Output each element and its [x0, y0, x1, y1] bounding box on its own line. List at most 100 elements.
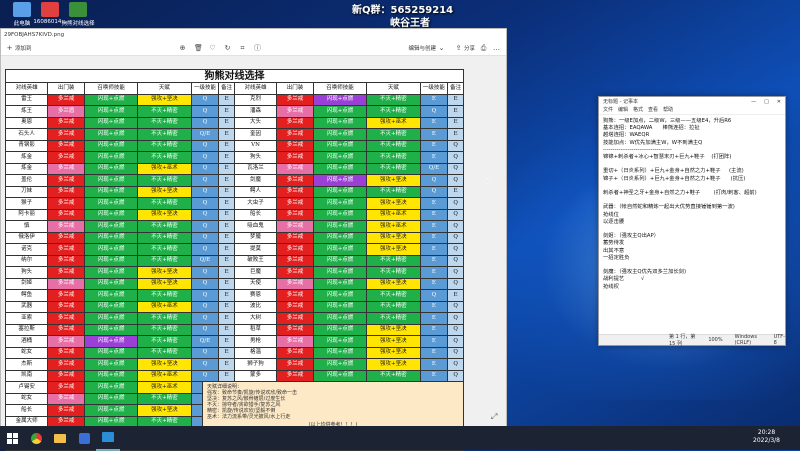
clock[interactable]: 20:28 2022/3/8: [753, 429, 780, 445]
table-row: 凯南 多兰戒 闪现+点燃 强攻+巫术 Q E 蒙多 多兰戒 闪现+点燃 不灭+精密 E Q: [4, 369, 464, 382]
table-cell: Q: [419, 105, 449, 118]
table-row: 俄洛伊 多兰戒 闪现+点燃 不灭+精密 Q E 梦魇 多兰戒 闪现+点燃 强攻+坚决 E Q: [4, 231, 464, 244]
table-cell: 不灭+精密: [137, 289, 192, 302]
table-cell: E: [447, 185, 464, 198]
stream-name-banner: 峡谷王者: [390, 18, 430, 29]
desktop-icon-image[interactable]: 狗熊对线选择: [58, 2, 98, 27]
table-cell: Q: [190, 358, 220, 371]
favorite-icon[interactable]: ♡: [209, 44, 216, 52]
table-cell: 多兰戒: [47, 231, 85, 244]
table-cell: 强攻+坚决: [137, 185, 192, 198]
minimize-icon[interactable]: —: [751, 99, 756, 105]
table-cell: 闪现+点燃: [312, 358, 368, 371]
table-cell: 梦魇: [233, 231, 278, 244]
taskbar-explorer[interactable]: [48, 426, 72, 450]
table-cell: 不灭+精密: [366, 300, 421, 313]
table-cell: 闪现+点燃: [83, 277, 139, 290]
table-cell: 多兰戒: [47, 208, 85, 221]
maximize-icon[interactable]: □: [764, 99, 769, 105]
table-cell: 强攻+坚决: [366, 323, 421, 336]
menu-item[interactable]: 帮助: [663, 106, 673, 114]
menu-item[interactable]: 文件: [603, 106, 613, 114]
table-cell: Q: [190, 300, 220, 313]
menu-item[interactable]: 编辑: [618, 106, 628, 114]
table-cell: 闪现+点燃: [312, 243, 368, 256]
table-cell: Q: [447, 243, 464, 256]
table-cell: 闪现+点燃: [83, 197, 139, 210]
table-header-cell: 一级技能: [190, 82, 220, 95]
table-cell: 多兰戒: [276, 139, 314, 152]
close-icon[interactable]: ✕: [777, 99, 781, 105]
taskbar-photos[interactable]: [96, 425, 120, 451]
note-line: 巫术：法力流系带/灵光披风/水上行走: [207, 414, 291, 420]
table-cell: 阿卡丽: [4, 208, 49, 221]
table-cell: Q: [190, 323, 220, 336]
notepad-text[interactable]: 狗熊：一级E加点，二级W，三级——五级E4，升后R6 基本连招：EAQAWA 棒熊…: [599, 115, 785, 294]
table-cell: VN: [233, 139, 278, 152]
table-cell: E: [218, 266, 235, 279]
delete-icon[interactable]: 🗑: [194, 44, 203, 52]
file-icon: [41, 2, 59, 17]
table-cell: 不灭+精密: [137, 254, 192, 267]
print-icon[interactable]: ⎙: [480, 44, 487, 53]
table-cell: 酒桶: [4, 335, 49, 348]
table-cell: E: [419, 116, 449, 129]
more-icon[interactable]: …: [493, 44, 500, 52]
table-cell: 闪现+点燃: [312, 185, 368, 198]
table-cell: 闪现+点燃: [83, 392, 139, 405]
fullscreen-icon[interactable]: ⤢: [491, 412, 497, 422]
table-cell: 强攻+坚决: [366, 358, 421, 371]
taskbar-chrome[interactable]: [24, 426, 48, 450]
table-cell: 猴子: [4, 197, 49, 210]
table-cell: 多兰戒: [276, 254, 314, 267]
table-cell: Q: [190, 346, 220, 359]
table-cell: 强攻+坚决: [366, 197, 421, 210]
table-row: 炼金 多兰戒 闪现+点燃 不灭+精密 Q E 狗头 多兰戒 闪现+点燃 不灭+精密 E Q: [4, 151, 464, 164]
table-cell: 闪现+点燃: [312, 162, 368, 175]
crop-icon[interactable]: ⌗: [239, 44, 246, 53]
table-header-cell: 备注: [447, 82, 464, 95]
menu-item[interactable]: 格式: [633, 106, 643, 114]
table-cell: Q: [190, 220, 220, 233]
table-row: 雷王 多兰戒 闪现+点燃 强攻+坚决 Q E 克烈 多兰戒 闪现+点燃 不灭+精密 E E: [4, 93, 464, 106]
menu-item[interactable]: 查看: [648, 106, 658, 114]
table-cell: Q: [190, 266, 220, 279]
table-cell: 蛇女: [4, 392, 49, 405]
windows-icon: [6, 432, 18, 444]
table-cell: Q: [447, 369, 464, 382]
table-cell: Q: [447, 220, 464, 233]
table-cell: 多兰戒: [276, 369, 314, 382]
table-cell: E: [419, 139, 449, 152]
zoom-in-icon[interactable]: ⊕: [179, 44, 186, 52]
table-cell: 多兰戒: [47, 312, 85, 325]
table-cell: E: [419, 243, 449, 256]
table-cell: Q: [419, 185, 449, 198]
table-cell: 闪现+点燃: [83, 162, 139, 175]
table-cell: Q: [447, 266, 464, 279]
table-cell: 强攻+坚决: [366, 231, 421, 244]
rotate-icon[interactable]: ↻: [224, 44, 231, 52]
table-cell: 不灭+精密: [366, 369, 421, 382]
table-cell: 多兰戒: [47, 128, 85, 141]
table-cell: 卢锡安: [4, 381, 49, 394]
table-cell: 不灭+精密: [137, 346, 192, 359]
table-cell: 赛恩: [233, 289, 278, 302]
info-icon[interactable]: ⓘ: [254, 43, 261, 53]
table-cell: 多兰戒: [47, 93, 85, 106]
add-to-button[interactable]: + 添加到: [1, 44, 37, 52]
share-button[interactable]: ⇪ 分享: [450, 44, 480, 52]
table-row: 纳尔 多兰戒 闪现+点燃 不灭+精密 Q/E E 破败王 多兰戒 闪现+点燃 不灭+精密 E Q: [4, 254, 464, 267]
app-icon: [78, 432, 90, 444]
table-cell: E: [218, 254, 235, 267]
table-cell: 多兰戒: [47, 381, 85, 394]
folder-icon: [54, 433, 66, 443]
taskbar-app[interactable]: [72, 426, 96, 450]
table-row: 狗头 多兰戒 闪现+点燃 强攻+坚决 Q E 巨魔 多兰戒 闪现+点燃 不灭+精密 E Q: [4, 266, 464, 279]
table-row: 炼金 多兰戒 闪现+点燃 强攻+巫术 Q E 瓦洛兰 多兰戒 闪现+点燃 不灭+精密 Q/E Q: [4, 162, 464, 175]
table-header-cell: 出门装: [47, 82, 85, 95]
start-button[interactable]: [0, 426, 24, 450]
table-header-cell: 一级技能: [419, 82, 449, 95]
table-cell: 闪现+点燃: [312, 312, 368, 325]
table-cell: 不灭+精密: [366, 162, 421, 175]
edit-create-button[interactable]: 编辑与创建 ⌄: [403, 44, 450, 52]
